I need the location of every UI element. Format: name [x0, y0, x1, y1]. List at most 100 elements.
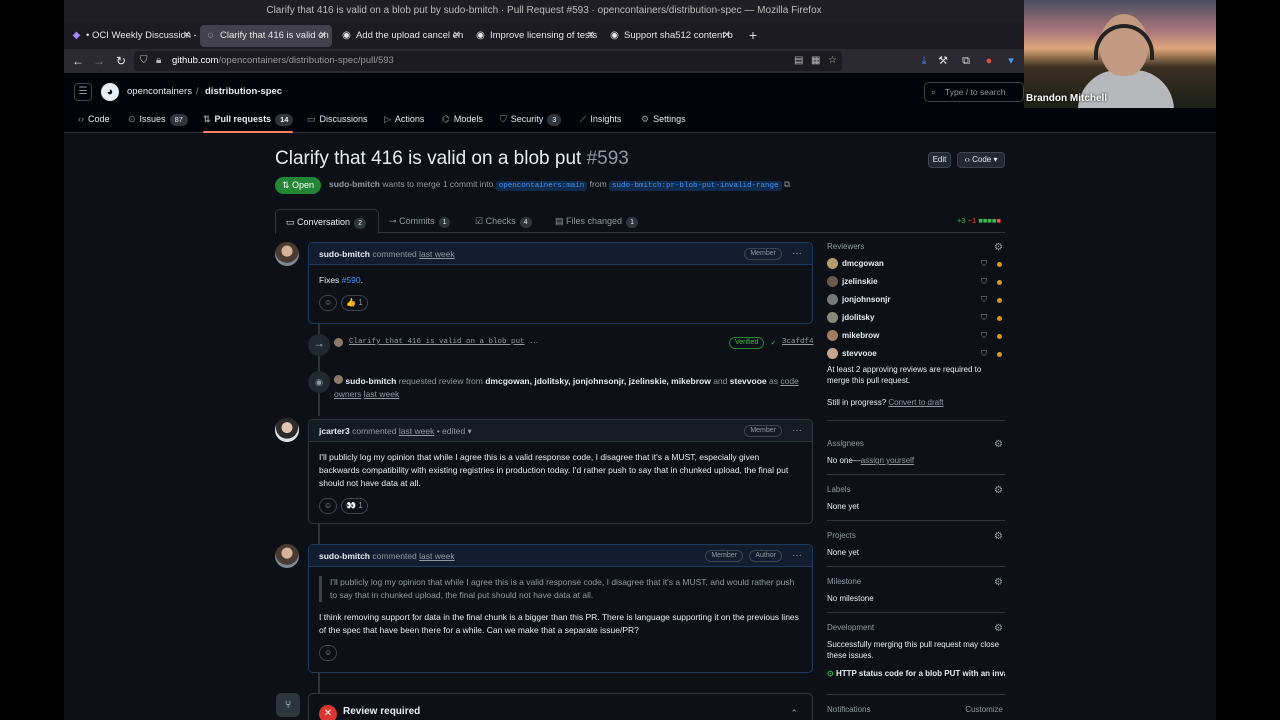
check-icon: ✓ [771, 340, 776, 348]
shield-icon: ⛉ [981, 331, 987, 340]
forward-icon[interactable]: → [90, 52, 108, 70]
avatar[interactable] [275, 544, 299, 568]
copy-icon[interactable]: ⧉ [784, 179, 790, 189]
gear-icon[interactable]: ⚙ [994, 439, 1003, 450]
tab-conversation[interactable]: ▭ Conversation 2 [275, 209, 379, 234]
chevron-up-icon[interactable]: ⌃ [790, 708, 798, 719]
browser-tab-upload-cancel[interactable]: ◉ Add the upload cancel en ✕ [336, 25, 466, 47]
gear-icon[interactable]: ⚙ [994, 577, 1003, 588]
close-tab-icon[interactable]: ✕ [319, 25, 327, 47]
add-reaction-icon[interactable]: ☺ [319, 498, 338, 514]
avatar [827, 276, 838, 287]
close-circle-icon: ✕ [319, 705, 337, 720]
browser-tab-oci-weekly[interactable]: ◆ • OCI Weekly Discussion - ✕ [66, 25, 196, 47]
extension-blue-icon[interactable]: ▾ [1003, 52, 1019, 70]
more-options-icon[interactable]: ··· [792, 545, 802, 567]
close-tab-icon[interactable]: ✕ [723, 25, 731, 47]
assign-yourself-link[interactable]: assign yourself [861, 456, 914, 465]
tab-settings[interactable]: ⚙ Settings [641, 111, 686, 133]
expand-icon[interactable]: ··· [530, 337, 539, 347]
gear-icon[interactable]: ⚙ [994, 485, 1003, 496]
reviewer-item[interactable]: stevvooe ⛉ [827, 348, 1005, 366]
pr-tabs: ▭ Conversation 2 ⊸ Commits 1 ☑ Checks 4 ▤ F… [275, 209, 1005, 234]
avatar[interactable] [275, 242, 299, 266]
linked-issue[interactable]: ⊙ HTTP status code for a blob PUT with a… [827, 668, 1005, 679]
tab-files-changed[interactable]: ▤ Files changed 1 [545, 209, 638, 233]
development-section: Development ⚙ Successfully merging this … [827, 612, 1005, 679]
bookmark-star-icon[interactable]: ☆ [828, 51, 837, 71]
github-icon: ◉ [342, 30, 351, 41]
lock-icon: 🔒︎ [156, 55, 162, 66]
breadcrumb-repo[interactable]: distribution-spec [205, 86, 282, 97]
extensions-icon[interactable]: ⧉ [958, 52, 974, 70]
search-input[interactable]: ⌕ Type / to search [924, 82, 1024, 102]
tab-insights[interactable]: ⟋ Insights [580, 111, 621, 133]
avatar [827, 348, 838, 359]
reviewer-item[interactable]: jonjohnsonjr ⛉ [827, 294, 1005, 312]
head-branch[interactable]: sudo-bmitch:pr-blob-put-invalid-range [609, 181, 782, 191]
reviewer-item[interactable]: jdolitsky ⛉ [827, 312, 1005, 330]
shield-icon: ⛉ [981, 313, 987, 322]
edit-button[interactable]: Edit [928, 152, 951, 168]
avatar [334, 375, 343, 384]
customize-link[interactable]: Customize [965, 705, 1003, 714]
verified-badge[interactable]: Verified [729, 337, 765, 349]
more-options-icon[interactable]: ··· [792, 243, 802, 265]
add-reaction-icon[interactable]: ☺ [319, 295, 338, 311]
gear-icon[interactable]: ⚙ [994, 242, 1003, 253]
add-reaction-icon[interactable]: ☺ [319, 645, 338, 661]
avatar[interactable] [275, 418, 299, 442]
tab-issues[interactable]: ⊙ Issues 87 [128, 111, 188, 133]
browser-tab-pr-593[interactable]: ◌ Clarify that 416 is valid on ✕ [200, 25, 332, 47]
commit-icon: ⊸ [389, 216, 397, 226]
reviewer-item[interactable]: jzelinskie ⛉ [827, 276, 1005, 294]
tab-code[interactable]: ‹› Code [78, 111, 110, 133]
qr-code-icon[interactable]: ▦ [811, 51, 820, 71]
reader-view-icon[interactable]: ▤ [794, 51, 803, 71]
close-tab-icon[interactable]: ✕ [587, 25, 595, 47]
shield-icon: ⛉ [140, 55, 148, 66]
base-branch[interactable]: opencontainers:main [495, 181, 588, 191]
downloads-icon[interactable]: ⤓ [916, 52, 932, 70]
close-tab-icon[interactable]: ✕ [453, 25, 461, 47]
github-logo-icon[interactable]: ◕ [101, 83, 119, 101]
breadcrumb-owner[interactable]: opencontainers [127, 86, 192, 97]
tab-security[interactable]: ⛉ Security 3 [500, 111, 562, 133]
avatar [334, 338, 343, 347]
more-options-icon[interactable]: ··· [792, 420, 802, 442]
pending-dot-icon [997, 334, 1002, 339]
reload-icon[interactable]: ↻ [112, 52, 130, 70]
tab-commits[interactable]: ⊸ Commits 1 [379, 209, 451, 233]
tools-icon[interactable]: ⚒ [935, 52, 951, 70]
reviewer-item[interactable]: mikebrow ⛉ [827, 330, 1005, 348]
close-tab-icon[interactable]: ✕ [183, 25, 191, 47]
issue-link[interactable]: #590 [342, 275, 361, 285]
merge-summary: sudo-bmitch wants to merge 1 commit into… [329, 179, 791, 191]
browser-tab-sha512[interactable]: ◉ Support sha512 content b ✕ [604, 25, 736, 47]
video-call-overlay: Brandon Mitchell [1024, 0, 1216, 108]
tab-actions[interactable]: ▷ Actions [384, 111, 424, 133]
code-dropdown-button[interactable]: ‹› Code ▾ [957, 152, 1005, 168]
gear-icon[interactable]: ⚙ [994, 623, 1003, 634]
shield-icon: ⛉ [981, 349, 987, 358]
convert-to-draft-link[interactable]: Convert to draft [888, 398, 943, 407]
tab-discussions[interactable]: ▭ Discussions [307, 111, 368, 133]
gear-icon[interactable]: ⚙ [994, 531, 1003, 542]
extension-red-icon[interactable]: ● [981, 52, 997, 70]
review-required-panel[interactable]: ✕ Review required ⌃ [308, 693, 813, 720]
reaction-thumbs-up[interactable]: 👍 1 [341, 295, 368, 311]
tab-pull-requests[interactable]: ⇅ Pull requests 14 [203, 111, 294, 133]
back-icon[interactable]: ← [69, 52, 87, 70]
reviewer-item[interactable]: dmcgowan ⛉ [827, 258, 1005, 276]
url-bar[interactable]: ⛉ 🔒︎ github.com/opencontainers/distribut… [134, 51, 842, 71]
reaction-eyes[interactable]: 👀 1 [341, 498, 368, 514]
new-tab-icon[interactable]: + [743, 25, 763, 45]
pending-dot-icon [997, 316, 1002, 321]
pr-icon: ⇅ [203, 114, 211, 124]
menu-icon[interactable]: ☰ [74, 83, 92, 101]
models-icon: ⌬ [442, 114, 450, 124]
tab-models[interactable]: ⌬ Models [442, 111, 483, 133]
tab-checks[interactable]: ☑ Checks 4 [465, 209, 532, 233]
browser-tab-licensing[interactable]: ◉ Improve licensing of tests ✕ [470, 25, 600, 47]
checks-icon: ☑ [475, 216, 484, 226]
